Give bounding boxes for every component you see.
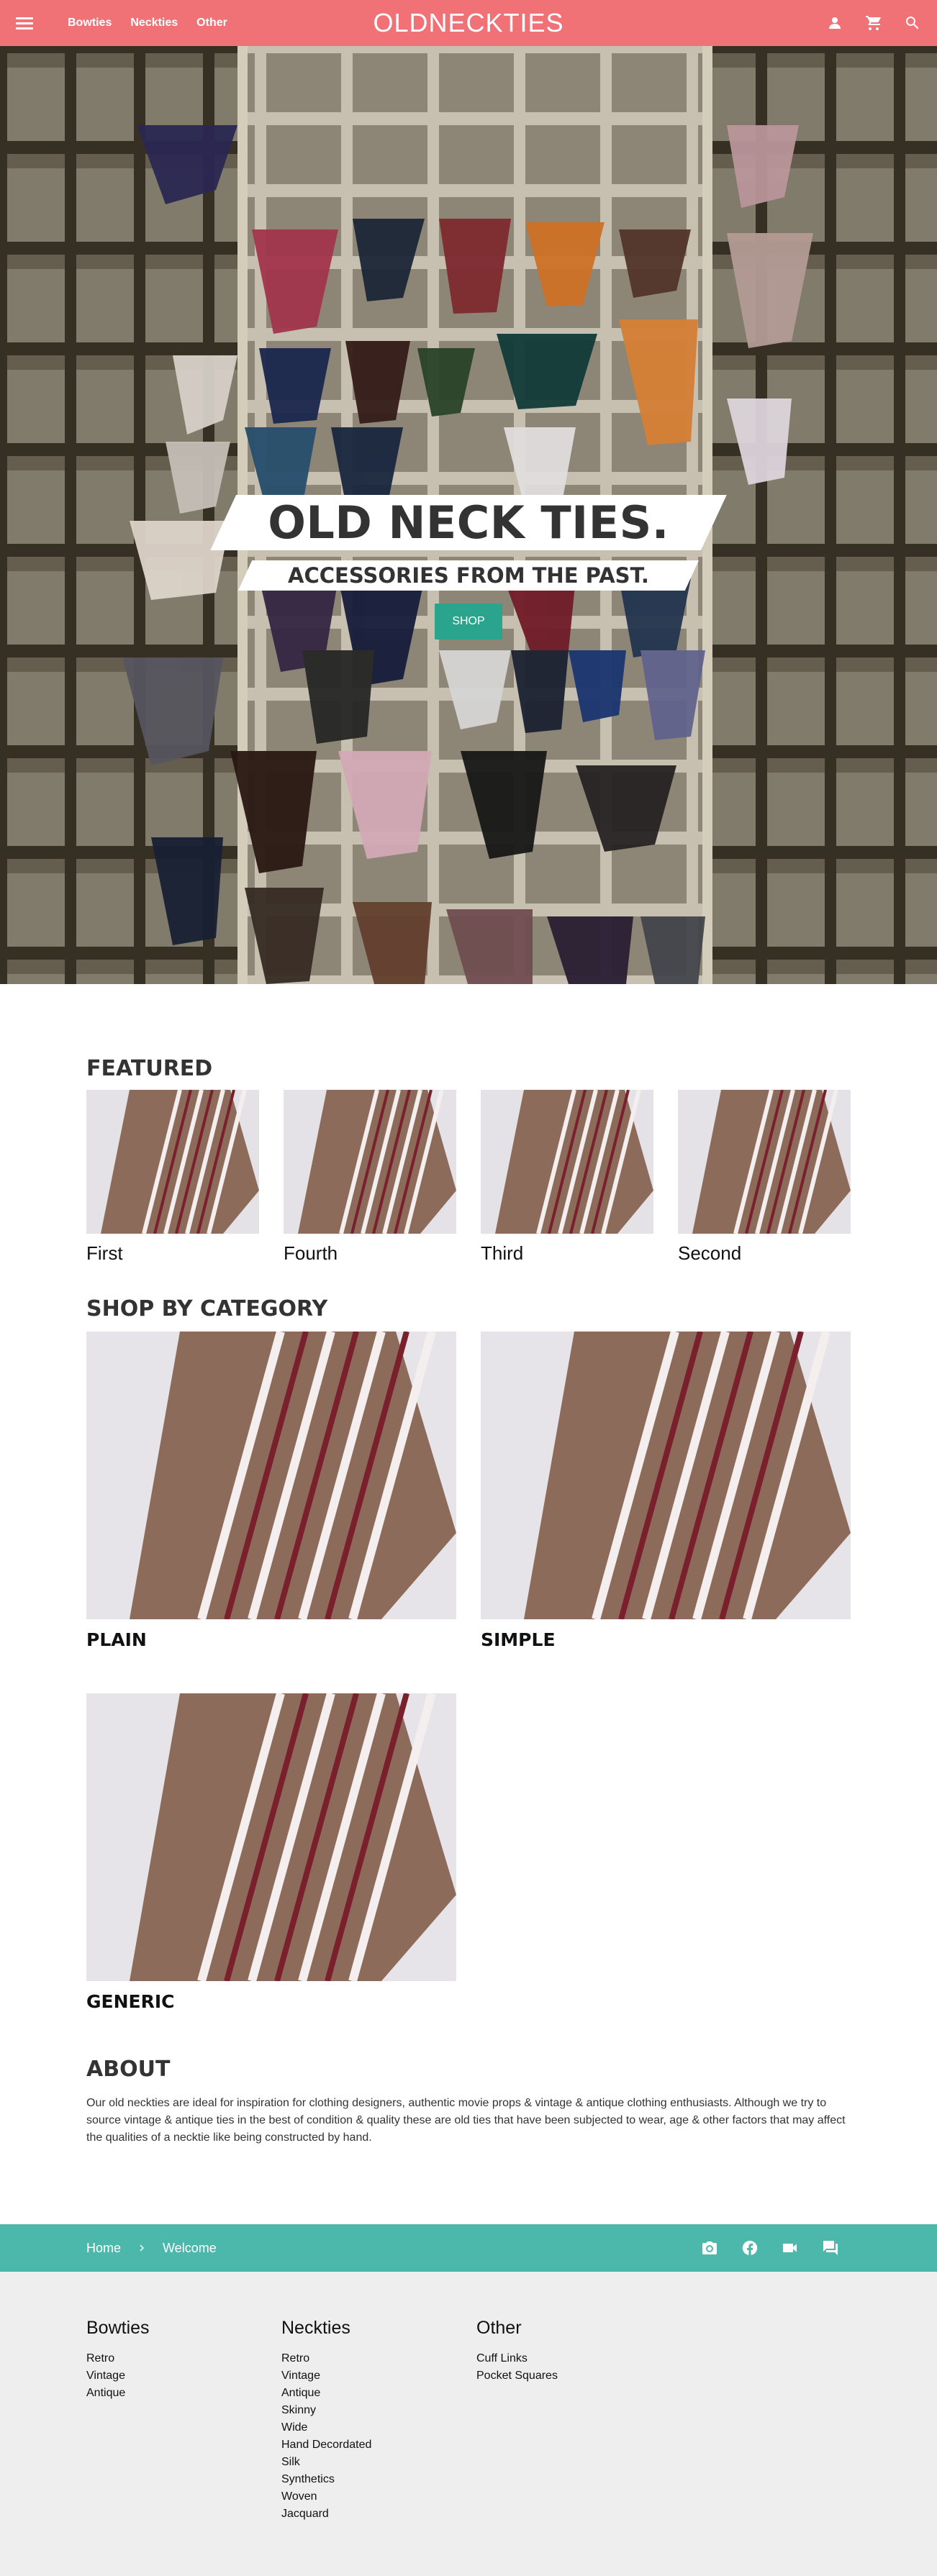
social-links [701, 2239, 839, 2257]
account-icon[interactable] [826, 14, 843, 32]
category-image[interactable] [481, 1332, 851, 1619]
featured-title: FEATURED [86, 1056, 213, 1081]
category-image[interactable] [86, 1693, 456, 1981]
site-footer: Bowties Retro Vintage Antique Neckties R… [0, 2272, 937, 2576]
featured-item-image[interactable] [86, 1090, 259, 1234]
footer-link[interactable]: Pocket Squares [476, 2367, 671, 2385]
category-image[interactable] [86, 1332, 456, 1619]
footer-link[interactable]: Retro [281, 2350, 476, 2367]
breadcrumb-bar: Home Welcome [0, 2224, 937, 2272]
footer-link[interactable]: Jacquard [281, 2506, 476, 2523]
category-grid: PLAIN SIMPLE GENERIC [86, 1332, 851, 2012]
featured-item-name[interactable]: Second [678, 1242, 851, 1265]
chevron-right-icon [140, 2244, 145, 2252]
footer-column-title: Other [476, 2318, 522, 2338]
shop-button[interactable]: SHOP [435, 604, 502, 640]
main-content: FEATURED First Fourth Third Second SHOP … [86, 984, 851, 2147]
main-nav: Bowties Neckties Other [49, 17, 227, 29]
footer-link[interactable]: Antique [86, 2385, 281, 2402]
footer-column-other: Other Cuff Links Pocket Squares [476, 2318, 671, 2523]
about-section: ABOUT Our old neckties are ideal for ins… [86, 2057, 851, 2147]
breadcrumb-home[interactable]: Home [86, 2241, 121, 2256]
footer-link[interactable]: Wide [281, 2419, 476, 2436]
category-card[interactable]: PLAIN [86, 1332, 456, 1650]
featured-item-name[interactable]: Third [481, 1242, 653, 1265]
footer-link[interactable]: Synthetics [281, 2471, 476, 2488]
facebook-icon[interactable] [741, 2239, 759, 2257]
category-name[interactable]: SIMPLE [481, 1629, 851, 1650]
footer-link[interactable]: Antique [281, 2385, 476, 2402]
featured-grid: First Fourth Third Second [86, 1090, 851, 1265]
featured-item-name[interactable]: Fourth [284, 1242, 456, 1265]
footer-column-title: Bowties [86, 2318, 150, 2338]
chat-icon[interactable] [822, 2239, 839, 2257]
footer-link[interactable]: Vintage [86, 2367, 281, 2385]
footer-column-title: Neckties [281, 2318, 350, 2338]
hero-title: OLD NECK TIES. [210, 495, 727, 550]
brand-logo[interactable]: OLDNECKTIES [373, 8, 563, 37]
breadcrumb-current[interactable]: Welcome [163, 2241, 217, 2256]
category-name[interactable]: PLAIN [86, 1629, 456, 1650]
featured-item-name[interactable]: First [86, 1242, 259, 1265]
footer-column-neckties: Neckties Retro Vintage Antique Skinny Wi… [281, 2318, 476, 2523]
category-name[interactable]: GENERIC [86, 1991, 456, 2012]
category-card[interactable]: SIMPLE [481, 1332, 851, 1650]
search-icon[interactable] [904, 14, 921, 32]
about-text: Our old neckties are ideal for inspirati… [86, 2097, 846, 2144]
featured-item[interactable]: Third [481, 1090, 653, 1265]
footer-link[interactable]: Vintage [281, 2367, 476, 2385]
nav-link-neckties[interactable]: Neckties [130, 17, 178, 29]
footer-link[interactable]: Retro [86, 2350, 281, 2367]
footer-link[interactable]: Silk [281, 2454, 476, 2471]
category-title: SHOP BY CATEGORY [86, 1296, 328, 1321]
about-title: ABOUT [86, 2057, 171, 2082]
camera-icon[interactable] [701, 2239, 718, 2257]
menu-icon[interactable] [16, 14, 33, 32]
footer-link[interactable]: Hand Decordated [281, 2436, 476, 2454]
hero-section: OLD NECK TIES. ACCESSORIES FROM THE PAST… [0, 46, 937, 984]
header-tools [826, 14, 921, 32]
hero-content: OLD NECK TIES. ACCESSORIES FROM THE PAST… [0, 495, 937, 640]
nav-link-other[interactable]: Other [196, 17, 227, 29]
featured-item[interactable]: Second [678, 1090, 851, 1265]
footer-link[interactable]: Woven [281, 2488, 476, 2506]
featured-item-image[interactable] [481, 1090, 653, 1234]
hero-subtitle: ACCESSORIES FROM THE PAST. [238, 560, 699, 591]
video-icon[interactable] [782, 2239, 799, 2257]
featured-item[interactable]: Fourth [284, 1090, 456, 1265]
nav-link-bowties[interactable]: Bowties [68, 17, 112, 29]
featured-item-image[interactable] [284, 1090, 456, 1234]
category-card[interactable]: GENERIC [86, 1693, 456, 2012]
featured-item-image[interactable] [678, 1090, 851, 1234]
top-app-bar: Bowties Neckties Other OLDNECKTIES [0, 0, 937, 46]
featured-item[interactable]: First [86, 1090, 259, 1265]
footer-link[interactable]: Cuff Links [476, 2350, 671, 2367]
footer-column-bowties: Bowties Retro Vintage Antique [86, 2318, 281, 2523]
footer-link[interactable]: Skinny [281, 2402, 476, 2419]
cart-icon[interactable] [865, 14, 882, 32]
